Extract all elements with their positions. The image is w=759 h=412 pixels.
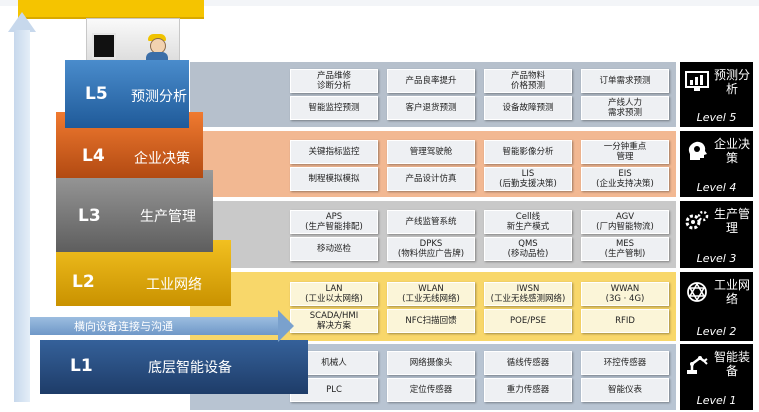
level-name: 工业网络 <box>146 277 202 293</box>
side-level: Level 1 <box>696 394 737 407</box>
capability-item: 移动巡检 <box>290 237 378 261</box>
level-name: 生产管理 <box>140 209 196 225</box>
capability-item: WWAN (3G · 4G) <box>581 282 669 306</box>
capability-item: 智能影像分析 <box>484 140 572 164</box>
vertical-axis-arrow <box>14 30 30 402</box>
capability-item: 制程模拟模拟 <box>290 167 378 191</box>
capability-item: 产线监管系统 <box>387 210 475 234</box>
capability-item: 设备故障预测 <box>484 96 572 120</box>
horizontal-arrow-head <box>278 310 294 342</box>
level-code: L5 <box>85 84 108 104</box>
capability-item: 产品良率提升 <box>387 69 475 93</box>
side-name: 预测分析 <box>714 68 751 96</box>
monitor-icon <box>92 33 116 59</box>
capability-item: 产品物料 价格预测 <box>484 69 572 93</box>
vertical-arrow-head <box>8 12 36 32</box>
network-icon <box>684 280 710 304</box>
chart-monitor-icon <box>684 70 710 94</box>
pyramid-step-l1: L1 底层智能设备 <box>40 340 308 394</box>
capability-item: NFC扫描回馈 <box>387 309 475 333</box>
capability-item: 智能监控预测 <box>290 96 378 120</box>
capability-item: RFID <box>581 309 669 333</box>
capability-item: 重力传感器 <box>484 378 572 402</box>
capability-item: LAN (工业以太网络) <box>290 282 378 306</box>
side-level: Level 3 <box>696 252 737 265</box>
capability-item: QMS (移动品检) <box>484 237 572 261</box>
side-label-level-2: 工业网络 Level 2 <box>680 272 753 341</box>
robot-arm-icon <box>684 352 710 376</box>
gears-icon <box>684 209 710 233</box>
capability-item: 环控传感器 <box>581 351 669 375</box>
capability-item: 产线人力 需求预测 <box>581 96 669 120</box>
level-code: L3 <box>78 206 101 226</box>
capability-item: AGV (厂内智能物流) <box>581 210 669 234</box>
capability-item: MES (生产管制) <box>581 237 669 261</box>
capability-item: DPKS (物料供应广告牌) <box>387 237 475 261</box>
side-name: 工业网络 <box>714 278 751 306</box>
side-name: 生产管理 <box>714 207 751 235</box>
capability-item: APS (生产智能排配) <box>290 210 378 234</box>
level-code: L4 <box>82 146 105 166</box>
brain-head-icon <box>684 139 710 163</box>
capability-item: 客户退货预测 <box>387 96 475 120</box>
vertical-axis-label: 纵向系统与业务整合 <box>32 149 45 267</box>
side-name: 企业决策 <box>714 137 751 165</box>
capability-item: 管理驾驶舱 <box>387 140 475 164</box>
level-code: L1 <box>70 356 93 376</box>
pyramid-step-l5: L5 预测分析 <box>65 60 189 128</box>
side-label-level-4: 企业决策 Level 4 <box>680 131 753 197</box>
side-name: 智能装备 <box>714 350 751 378</box>
header-tab <box>18 0 204 19</box>
side-level: Level 2 <box>696 325 737 338</box>
capability-item: Cell线 新生产模式 <box>484 210 572 234</box>
capability-item: EIS (企业支持决策) <box>581 167 669 191</box>
level-code: L2 <box>72 272 95 292</box>
horizontal-axis-label: 横向设备连接与沟通 <box>74 320 173 333</box>
side-label-level-1: 智能装备 Level 1 <box>680 344 753 410</box>
capability-item: POE/PSE <box>484 309 572 333</box>
side-level: Level 4 <box>696 181 737 194</box>
capability-item: SCADA/HMI 解决方案 <box>290 309 378 333</box>
capability-item: 产品设计仿真 <box>387 167 475 191</box>
capability-item: IWSN (工业无线感测网络) <box>484 282 572 306</box>
capability-item: 智能仪表 <box>581 378 669 402</box>
side-label-level-5: 预测分析 Level 5 <box>680 62 753 127</box>
capability-item: 产品维修 诊断分析 <box>290 69 378 93</box>
level-name: 企业决策 <box>134 151 190 167</box>
capability-item: 循线传感器 <box>484 351 572 375</box>
capability-item: 关键指标监控 <box>290 140 378 164</box>
level-name: 预测分析 <box>131 89 187 105</box>
capability-item: WLAN (工业无线网络) <box>387 282 475 306</box>
side-level: Level 5 <box>696 111 737 124</box>
capability-item: 订单需求预测 <box>581 69 669 93</box>
pyramid-step-l3: L3 生产管理 <box>56 170 213 252</box>
capability-item: LIS (后勤支援决策) <box>484 167 572 191</box>
capability-item: 一分钟重点 管理 <box>581 140 669 164</box>
side-label-level-3: 生产管理 Level 3 <box>680 201 753 268</box>
capability-item: 定位传感器 <box>387 378 475 402</box>
level-name: 底层智能设备 <box>148 360 232 376</box>
capability-item: 网络摄像头 <box>387 351 475 375</box>
